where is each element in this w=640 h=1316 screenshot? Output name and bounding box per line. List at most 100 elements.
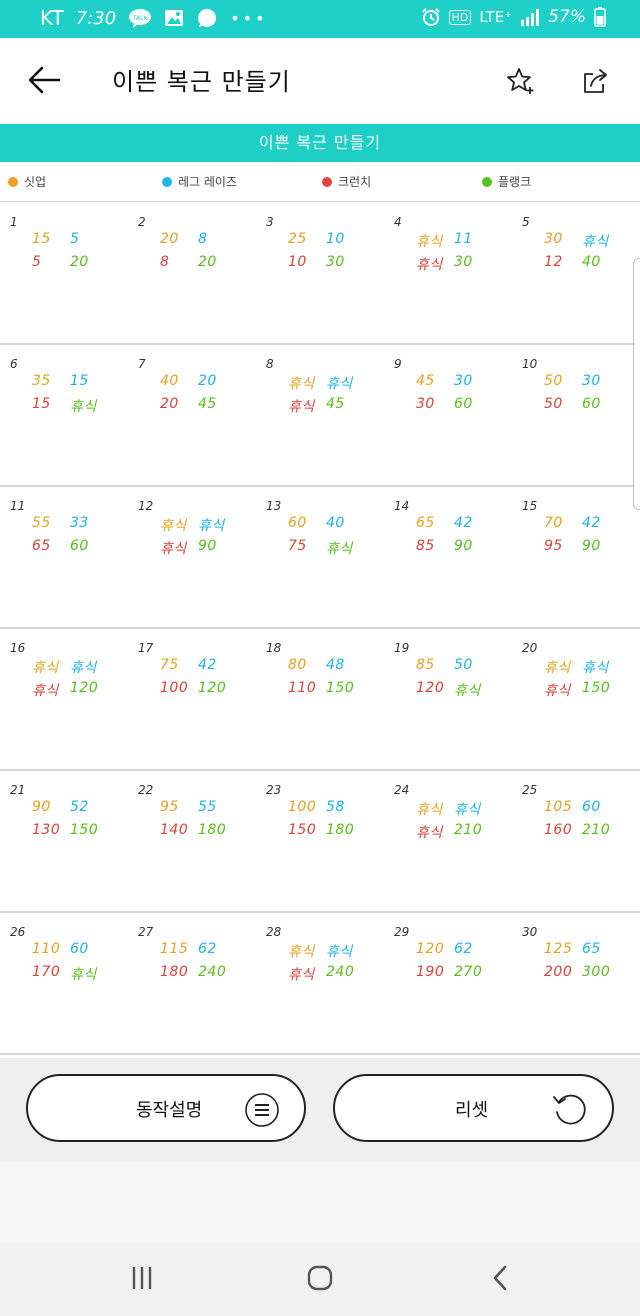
day-cell[interactable]: 26 110 60 170 휴식 [0, 913, 128, 1053]
day-cell[interactable]: 11 55 33 65 60 [0, 487, 128, 627]
leg-value: 55 [198, 799, 217, 815]
day-cell[interactable]: 17 75 42 100 120 [128, 629, 256, 769]
recent-apps-icon [129, 1265, 155, 1295]
crunch-value: 150 [288, 822, 317, 838]
crunch-value: 휴식 [32, 683, 59, 699]
day-cell[interactable]: 10 50 30 50 60 [512, 345, 640, 485]
situp-value: 휴식 [32, 660, 59, 676]
situp-value: 30 [544, 231, 563, 247]
banner-title: 이쁜 복근 만들기 [258, 133, 382, 152]
day-cell[interactable]: 9 45 30 30 60 [384, 345, 512, 485]
day-number: 22 [138, 783, 154, 797]
day-cell[interactable]: 28 휴식 휴식 휴식 240 [256, 913, 384, 1053]
day-cell[interactable]: 2 20 8 8 20 [128, 203, 256, 343]
day-cell[interactable]: 5 30 휴식 12 40 [512, 203, 640, 343]
legend-label: 싯업 [24, 175, 47, 189]
day-cell[interactable]: 1 15 5 5 20 [0, 203, 128, 343]
situp-value: 휴식 [160, 518, 187, 534]
crunch-value: 휴식 [416, 257, 443, 273]
crunch-value: 50 [544, 396, 563, 412]
exercise-legend: 싯업 레그 레이즈 크런치 플랭크 [0, 162, 640, 202]
calendar-week-row: 6 35 15 15 휴식 7 40 20 20 45 8 휴식 휴식 휴식 45 9 45 30 30 60 10 50… [0, 345, 640, 487]
leg-value: 20 [198, 373, 217, 389]
day-cell[interactable]: 8 휴식 휴식 휴식 45 [256, 345, 384, 485]
day-cell[interactable]: 27 115 62 180 240 [128, 913, 256, 1053]
situp-value: 휴식 [416, 802, 443, 818]
crunch-value: 130 [32, 822, 61, 838]
plank-value: 휴식 [454, 683, 481, 699]
day-cell[interactable]: 22 95 55 140 180 [128, 771, 256, 911]
day-cell[interactable]: 21 90 52 130 150 [0, 771, 128, 911]
bottom-button-area: 동작설명 리셋 [0, 1058, 640, 1162]
legend-label: 플랭크 [498, 175, 532, 189]
leg-value: 30 [582, 373, 601, 389]
day-cell[interactable]: 4 휴식 11 휴식 30 [384, 203, 512, 343]
day-cell[interactable]: 25 105 60 160 210 [512, 771, 640, 911]
leg-value: 42 [198, 657, 217, 673]
leg-value: 52 [70, 799, 89, 815]
situp-value: 100 [288, 799, 317, 815]
day-cell[interactable]: 16 휴식 휴식 휴식 120 [0, 629, 128, 769]
day-cell[interactable]: 24 휴식 휴식 휴식 210 [384, 771, 512, 911]
time-label: 7:30 [75, 7, 117, 29]
leg-value: 8 [198, 231, 208, 247]
legend-label: 크런치 [338, 175, 372, 189]
crunch-value: 120 [416, 680, 445, 696]
situp-value: 20 [160, 231, 179, 247]
legend-item-leg-raise: 레그 레이즈 [162, 173, 237, 190]
home-button[interactable] [298, 1258, 342, 1302]
crunch-value: 200 [544, 964, 573, 980]
situp-value: 125 [544, 941, 573, 957]
plank-value: 30 [326, 254, 345, 270]
crunch-value: 160 [544, 822, 573, 838]
day-cell[interactable]: 12 휴식 휴식 휴식 90 [128, 487, 256, 627]
day-cell[interactable]: 19 85 50 120 휴식 [384, 629, 512, 769]
day-cell[interactable]: 15 70 42 95 90 [512, 487, 640, 627]
legend-label: 레그 레이즈 [178, 175, 238, 189]
day-cell[interactable]: 14 65 42 85 90 [384, 487, 512, 627]
back-button[interactable] [22, 60, 66, 104]
day-number: 7 [138, 357, 146, 371]
day-cell[interactable]: 6 35 15 15 휴식 [0, 345, 128, 485]
crunch-value: 85 [416, 538, 435, 554]
day-cell[interactable]: 13 60 40 75 휴식 [256, 487, 384, 627]
leg-value: 15 [70, 373, 89, 389]
day-cell[interactable]: 29 120 62 190 270 [384, 913, 512, 1053]
crunch-value: 140 [160, 822, 189, 838]
crunch-value: 75 [288, 538, 307, 554]
scrollbar[interactable] [633, 258, 640, 510]
hd-badge: HD [448, 9, 472, 25]
plank-value: 150 [70, 822, 99, 838]
leg-value: 30 [454, 373, 473, 389]
leg-value: 33 [70, 515, 89, 531]
crunch-value: 190 [416, 964, 445, 980]
guide-button-label: 동작설명 [136, 1100, 203, 1121]
crunch-value: 170 [32, 964, 61, 980]
chat-bubble-icon [196, 8, 218, 28]
day-number: 21 [10, 783, 26, 797]
day-cell[interactable]: 20 휴식 휴식 휴식 150 [512, 629, 640, 769]
legend-item-plank: 플랭크 [482, 173, 531, 190]
day-cell[interactable]: 18 80 48 110 150 [256, 629, 384, 769]
menu-circle-icon [244, 1092, 280, 1128]
more-dots-icon: ••• [230, 8, 268, 28]
situp-value: 25 [288, 231, 307, 247]
nav-back-button[interactable] [478, 1258, 522, 1302]
reset-button[interactable]: 리셋 [333, 1074, 614, 1142]
plank-value: 휴식 [326, 541, 353, 557]
crunch-value: 휴식 [544, 683, 571, 699]
recent-apps-button[interactable] [120, 1258, 164, 1302]
day-cell[interactable]: 7 40 20 20 45 [128, 345, 256, 485]
battery-label: 57% [548, 7, 586, 27]
plank-value: 60 [70, 538, 89, 554]
plank-value: 40 [582, 254, 601, 270]
guide-button[interactable]: 동작설명 [26, 1074, 306, 1142]
day-cell[interactable]: 30 125 65 200 300 [512, 913, 640, 1053]
crunch-value: 12 [544, 254, 563, 270]
leg-value: 58 [326, 799, 345, 815]
day-cell[interactable]: 23 100 58 150 180 [256, 771, 384, 911]
favorite-button[interactable] [500, 62, 542, 104]
share-button[interactable] [574, 62, 616, 104]
leg-value: 휴식 [582, 660, 609, 676]
day-cell[interactable]: 3 25 10 10 30 [256, 203, 384, 343]
